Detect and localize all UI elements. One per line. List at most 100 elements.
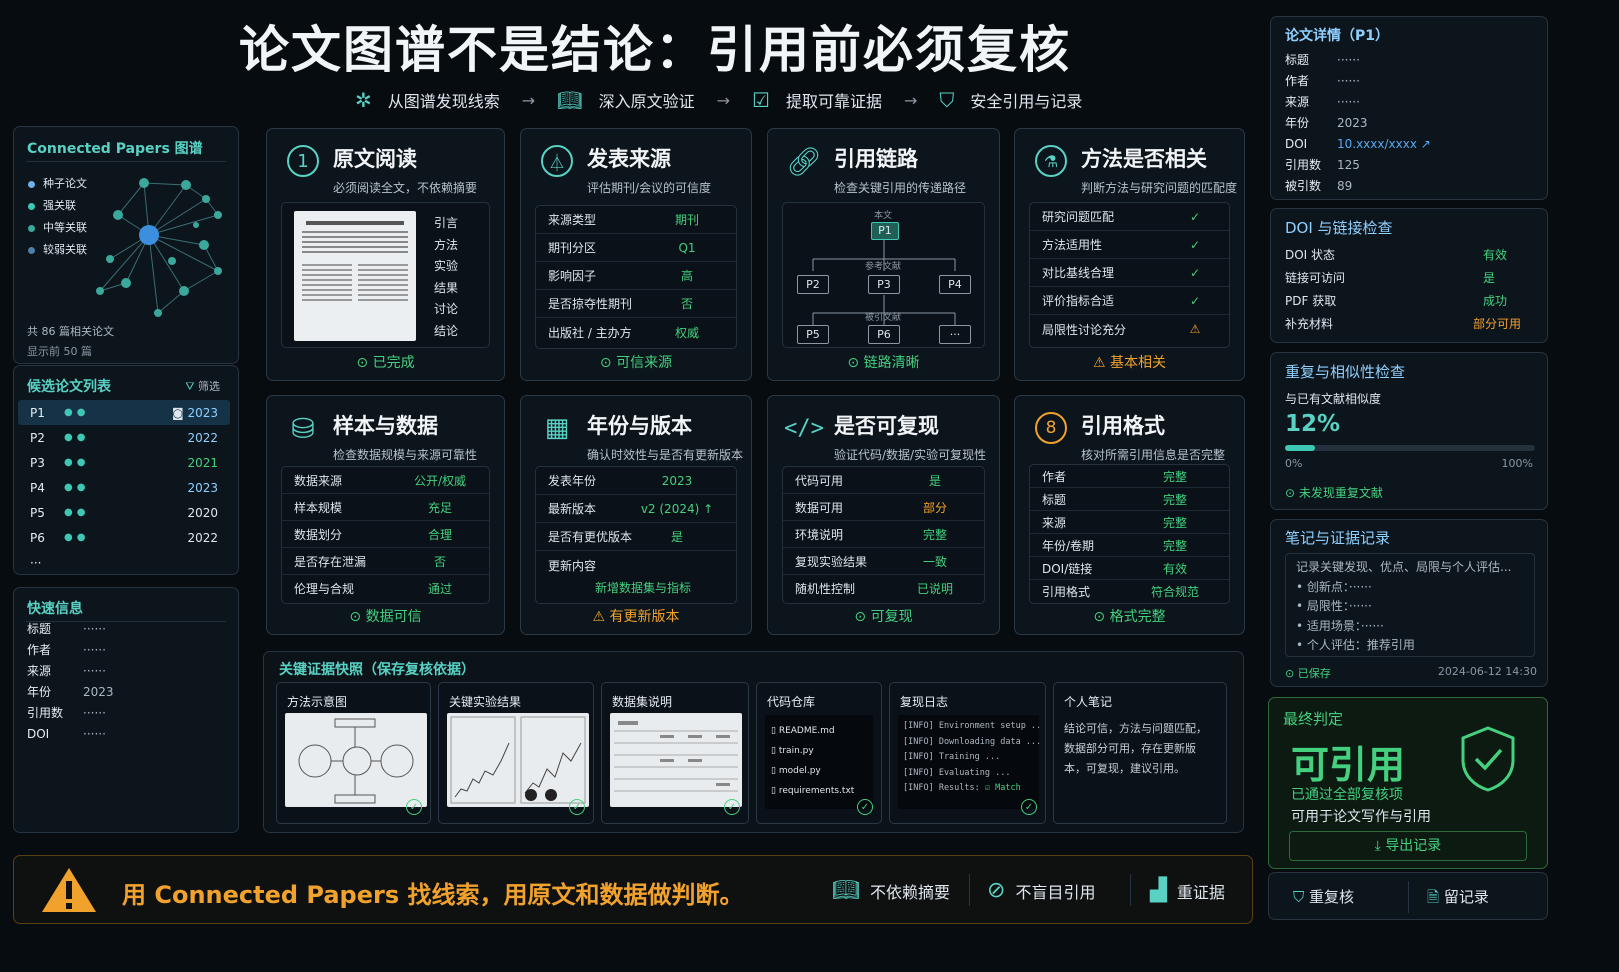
legend-strong: 强关联 (43, 199, 76, 212)
relevance-dots: ●● (64, 507, 90, 518)
file-item[interactable]: ▯ README.md (771, 721, 867, 741)
paper-year: ◙ 2023 (171, 405, 218, 420)
similarity-bar-fill (1285, 445, 1315, 451)
file-icon: ▯ (771, 746, 779, 756)
similarity-value: 12% (1285, 411, 1341, 437)
citation-graph[interactable] (86, 163, 236, 333)
warning-icon: ⚠ (592, 609, 610, 625)
quick-info-panel: 快速信息 标题 ······ 作者 ······ 来源 ······ 年份 2023 引… (13, 587, 239, 833)
quick-info-title: 快速信息 (27, 601, 83, 617)
check-row: 方法适用性 ✓ (1030, 231, 1229, 259)
card-subtitle: 确认时效性与是否有更新版本 (587, 448, 744, 462)
list-item[interactable]: P3 ●● 2021 (18, 450, 230, 475)
similarity-panel: 重复与相似性检查 与已有文献相似度 12% 0% 100% ⊙ 未发现重复文献 (1270, 352, 1548, 510)
check-row: DOI/链接 有效 (1030, 557, 1229, 580)
graph-icon: ✲ (355, 88, 372, 112)
chain-node[interactable]: P3 (868, 275, 900, 294)
chain-node[interactable]: P2 (797, 275, 829, 294)
arrow-right-icon: → (716, 90, 730, 110)
card-title: 年份与版本 (587, 414, 692, 438)
list-more[interactable]: ··· (18, 550, 230, 575)
list-item[interactable]: P2 ●● 2022 (18, 425, 230, 450)
check-icon: ✓ (724, 799, 740, 815)
evidence-personal-note[interactable]: 个人笔记 结论可信，方法与问题匹配，数据部分可用，存在更新版本，可复现，建议引用… (1053, 682, 1227, 824)
card-title: 发表来源 (587, 147, 671, 171)
status-badge: ⚠ 有更新版本 (592, 609, 680, 625)
bar-chart-icon: ▟ (1150, 878, 1167, 903)
file-item[interactable]: ▯ model.py (771, 761, 867, 781)
check-row: 年份/卷期 完整 (1030, 534, 1229, 557)
chain-node[interactable]: P6 (868, 325, 900, 344)
graph-node-seed (139, 225, 159, 245)
filter-icon: ⛛ (185, 380, 198, 393)
verdict-line1: 已通过全部复核项 (1291, 787, 1403, 803)
evidence-code-repo[interactable]: 代码仓库 ▯ README.md ▯ train.py ▯ model.py ▯… (756, 682, 882, 824)
chain-node-main[interactable]: P1 (871, 222, 899, 240)
paper-id: P6 (30, 530, 45, 545)
filter-button[interactable]: ⛛ 筛选 (185, 378, 220, 394)
status-badge: ⊙ 格式完整 (1093, 609, 1166, 625)
similarity-status: ⊙ 未发现重复文献 (1285, 486, 1383, 500)
paper-id: P3 (30, 455, 45, 470)
document-icon: 🗎︎ (1427, 888, 1444, 906)
chain-node[interactable]: P4 (939, 275, 971, 294)
detail-row: 年份 2023 (1285, 115, 1368, 131)
evidence-method-diagram[interactable]: 方法示意图 ✓ (276, 682, 431, 824)
arrow-right-icon: → (903, 90, 918, 110)
chain-node[interactable]: P5 (797, 325, 829, 344)
update-content: 新增数据集与指标 (594, 581, 691, 595)
list-item[interactable]: P4 ●● 2023 (18, 475, 230, 500)
save-record-button[interactable]: 🗎︎ 留记录 (1427, 886, 1489, 912)
recheck-button[interactable]: ⛉ 重复核 (1293, 886, 1354, 907)
filter-label: 筛选 (198, 380, 220, 393)
export-button[interactable]: ⤓ 导出记录 (1289, 831, 1527, 861)
detail-row: DOI 10.xxxx/xxxx ↗ (1285, 136, 1431, 151)
check-icon: ✓ (857, 799, 873, 815)
check-row: 是否掠夺性期刊否 (536, 290, 736, 318)
evidence-dataset[interactable]: 数据集说明 ✓ (601, 682, 749, 824)
check-row: 影响因子高 (536, 262, 736, 290)
paper-thumbnail[interactable] (294, 211, 416, 341)
diagram-thumbnail (285, 713, 427, 807)
code-icon: </> (784, 415, 824, 441)
chain-node-more[interactable]: ··· (939, 325, 971, 344)
check-row: 复现实验结果 一致 (783, 548, 984, 575)
list-item[interactable]: P1 ●● ◙ 2023 (18, 400, 230, 425)
card-title: 引用格式 (1081, 414, 1165, 438)
link-icon: 🔗︎ (786, 144, 822, 178)
check-row: 期刊分区 Q1 (536, 234, 736, 262)
file-item[interactable]: ▯ train.py (771, 741, 867, 761)
evidence-repro-log[interactable]: 复现日志 [INFO] Environment setup ... [INFO] … (889, 682, 1046, 824)
file-item[interactable]: ▯ requirements.txt (771, 781, 867, 801)
evidence-panel: 关键证据快照（保存复核依据） 方法示意图 ✓ 关键实验结果 ✓ 数据集说明 ✓ … (263, 651, 1244, 833)
evidence-title: 关键证据快照（保存复核依据） (279, 662, 475, 678)
footer-item-no-blind-cite: ⊘ 不盲目引用 (987, 878, 1096, 903)
evidence-key-results[interactable]: 关键实验结果 ✓ (438, 682, 594, 824)
check-circle-icon: ⊙ (356, 355, 373, 371)
notes-textarea[interactable]: 记录关键发现、优点、局限与个人评估... • 创新点：······ • 局限性：… (1285, 553, 1535, 657)
check-row: 来源类型 期刊 (536, 206, 736, 234)
paper-year: 2023 (187, 480, 218, 495)
card-subtitle: 必须阅读全文，不依赖摘要 (333, 181, 478, 195)
card-title: 是否可复现 (834, 414, 939, 438)
verdict-line2: 可用于论文写作与引用 (1291, 809, 1431, 825)
workflow-steps: ✲ 从图谱发现线索 → 📖︎ 深入原文验证 → ☑ 提取可靠证据 → ⛉ 安全引用与记录 (355, 88, 1082, 112)
doi-link[interactable]: 10.xxxx/xxxx ↗ (1337, 137, 1431, 151)
list-item[interactable]: P5 ●● 2020 (18, 500, 230, 525)
card-reproducibility: </> 是否可复现 验证代码/数据/实验可复现性 代码可用是 数据可用 部分 环境说… (767, 395, 1000, 635)
list-item[interactable]: P6 ●● 2022 (18, 525, 230, 550)
paper-id: P4 (30, 480, 45, 495)
card-year-version: ▦ 年份与版本 确认时效性与是否有更新版本 发表年份 2023 最新版本 v2 (20… (520, 395, 752, 635)
saved-time: 2024-06-12 14:30 (1437, 665, 1537, 678)
check-icon: ✓ (406, 799, 422, 815)
detail-row: 来源 ······ (1285, 94, 1360, 110)
check-icon: ✓ (569, 799, 585, 815)
check-row: 标题 完整 (1030, 488, 1229, 511)
flow-step-4: 安全引用与记录 (970, 92, 1083, 111)
legend-seed: 种子论文 (43, 177, 87, 190)
check-row: 出版社 / 主办方 权威 (548, 325, 699, 340)
check-row: 最新版本 v2 (2024) ↑ (536, 495, 736, 523)
card-subtitle: 检查关键引用的传递路径 (834, 181, 967, 195)
dataset-table-thumbnail (610, 713, 742, 807)
card-subtitle: 判断方法与研究问题的匹配度 (1081, 181, 1238, 195)
